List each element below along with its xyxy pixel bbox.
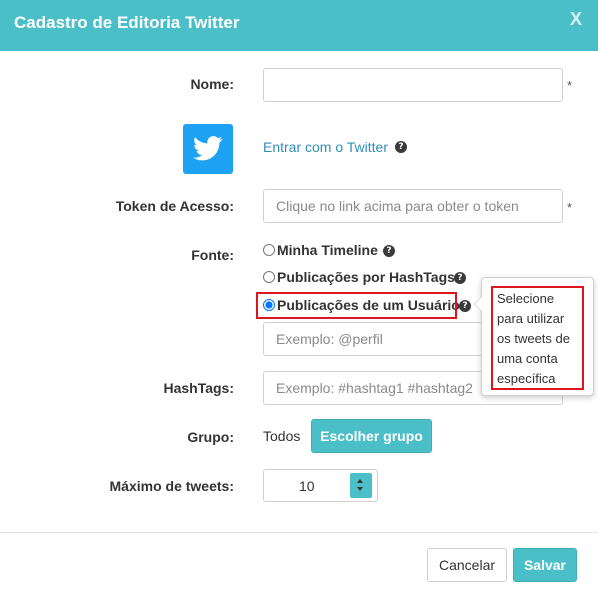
timeline-radio-label: Minha Timeline <box>277 242 378 258</box>
tooltip-arrow-inner <box>475 297 482 311</box>
highlight-box <box>256 292 457 319</box>
nome-input[interactable] <box>263 68 563 102</box>
editoria-twitter-modal: Cadastro de Editoria Twitter X Nome: * E… <box>0 0 598 595</box>
cancel-button[interactable]: Cancelar <box>427 548 507 582</box>
save-button[interactable]: Salvar <box>513 548 577 582</box>
hashtags-label: HashTags: <box>163 380 234 396</box>
twitter-bird-icon <box>183 124 233 174</box>
help-icon[interactable]: ? <box>383 245 395 257</box>
grupo-value: Todos <box>263 428 301 444</box>
chevron-up-icon[interactable] <box>357 479 363 483</box>
close-button[interactable]: X <box>570 9 582 30</box>
max-tweets-stepper[interactable]: 10 <box>263 469 378 502</box>
modal-header: Cadastro de Editoria Twitter X <box>0 0 598 51</box>
help-icon[interactable]: ? <box>395 141 407 153</box>
twitter-login-link[interactable]: Entrar com o Twitter <box>263 139 388 155</box>
fonte-label: Fonte: <box>191 247 234 263</box>
chevron-down-icon[interactable] <box>357 487 363 491</box>
hashtags-radio-label: Publicações por HashTags <box>277 269 455 285</box>
token-label: Token de Acesso: <box>115 198 234 214</box>
modal-title: Cadastro de Editoria Twitter <box>14 13 240 32</box>
hashtags-radio[interactable] <box>263 271 275 283</box>
grupo-label: Grupo: <box>187 429 234 445</box>
tooltip-text: Selecione para utilizar os tweets de uma… <box>491 286 584 390</box>
usuario-input[interactable] <box>263 322 491 356</box>
nome-required-mark: * <box>567 78 573 93</box>
tooltip: Selecione para utilizar os tweets de uma… <box>474 277 594 396</box>
timeline-radio[interactable] <box>263 244 275 256</box>
fonte-option-timeline[interactable]: Minha Timeline <box>263 242 378 258</box>
choose-group-button[interactable]: Escolher grupo <box>311 419 432 453</box>
help-icon[interactable]: ? <box>459 300 471 312</box>
spinner-icon[interactable] <box>350 473 372 498</box>
help-icon[interactable]: ? <box>454 272 466 284</box>
footer-divider <box>0 532 598 533</box>
token-input[interactable] <box>263 189 563 223</box>
max-tweets-value: 10 <box>299 478 315 494</box>
nome-label: Nome: <box>190 76 234 92</box>
fonte-option-hashtags[interactable]: Publicações por HashTags <box>263 269 455 285</box>
max-tweets-label: Máximo de tweets: <box>109 478 234 494</box>
token-required-mark: * <box>567 200 573 215</box>
